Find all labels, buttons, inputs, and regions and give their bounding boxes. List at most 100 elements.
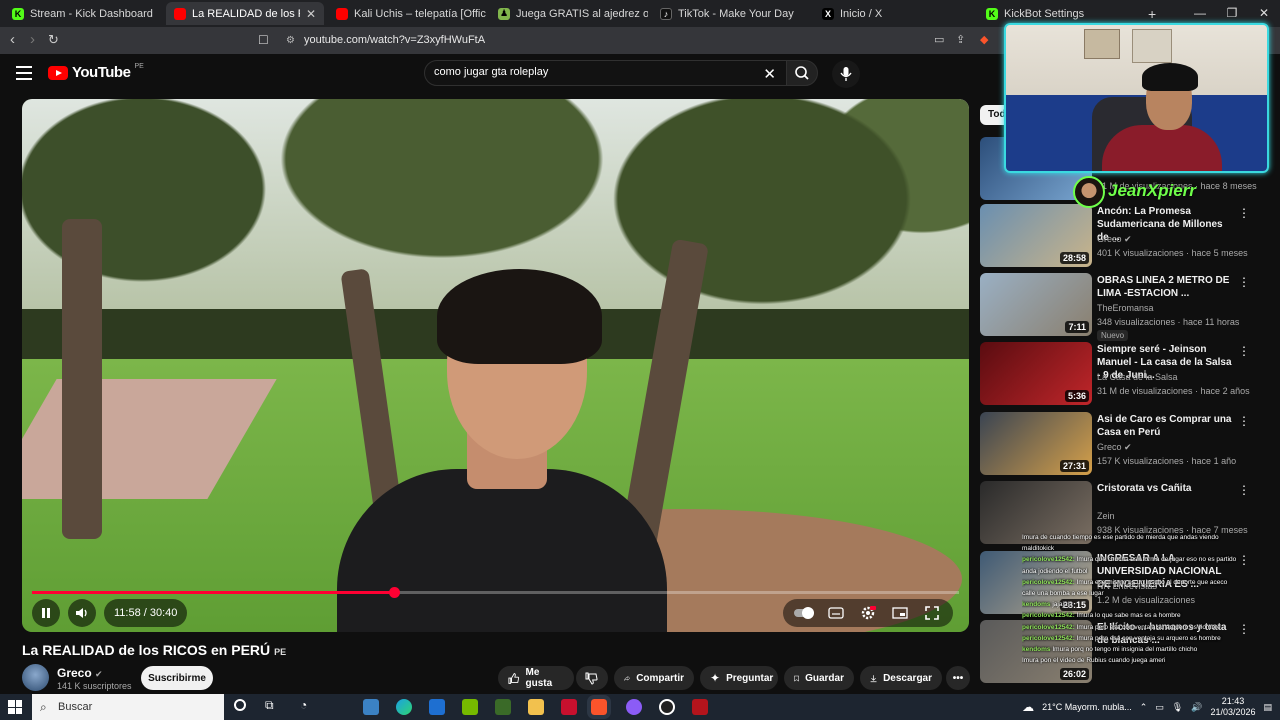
miniplayer-button[interactable]	[887, 600, 913, 626]
obs-related-icon[interactable]	[626, 699, 642, 715]
chat-text: jajajaja	[1052, 601, 1073, 609]
video-title[interactable]: OBRAS LINEA 2 METRO DE LIMA -ESTACION ..…	[1097, 274, 1237, 300]
subtitles-button[interactable]	[823, 600, 849, 626]
video-thumbnail[interactable]: 7:11	[980, 273, 1092, 336]
reload-icon[interactable]: ↻	[48, 32, 59, 48]
progress-bar[interactable]	[32, 587, 959, 598]
volume-button[interactable]	[68, 599, 96, 627]
network-icon[interactable]: ▭	[1155, 702, 1164, 713]
fullscreen-button[interactable]	[919, 600, 945, 626]
notifications-icon[interactable]: ▤	[1263, 702, 1272, 713]
app-icon[interactable]	[561, 699, 577, 715]
tab-kali-uchis[interactable]: Kali Uchis – telepatía [Official Audio]	[328, 2, 486, 25]
more-vertical-icon[interactable]: ⋮	[1238, 275, 1250, 289]
pause-button[interactable]	[32, 599, 60, 627]
edge-icon[interactable]	[396, 699, 412, 715]
download-button[interactable]: Descargar	[860, 666, 942, 690]
channel-name[interactable]: Zein	[1097, 511, 1115, 521]
nvidia-icon[interactable]	[462, 699, 478, 715]
scrubber-handle[interactable]	[388, 587, 400, 598]
file-explorer-icon[interactable]	[528, 699, 544, 715]
url-field[interactable]: ⚙ youtube.com/watch?v=Z3xyfHWuFtA	[280, 30, 920, 51]
more-vertical-icon[interactable]: ⋮	[1238, 483, 1250, 497]
like-button[interactable]: Me gusta	[498, 666, 574, 690]
share-button[interactable]: Compartir	[614, 666, 694, 690]
obs-studio-icon[interactable]	[659, 699, 675, 715]
progress-played	[32, 591, 394, 594]
video-thumbnail[interactable]: 27:31	[980, 412, 1092, 475]
channel-name[interactable]: La Casa de la Salsa	[1097, 372, 1178, 382]
app-icon-red[interactable]	[692, 699, 708, 715]
menu-icon[interactable]	[16, 66, 32, 80]
video-thumbnail[interactable]: 5:36	[980, 342, 1092, 405]
weather-text[interactable]: 21°C Mayorm. nubla...	[1042, 702, 1132, 712]
youtube-logo[interactable]: YouTube PE	[48, 63, 144, 81]
taskbar-clock[interactable]: 21:43 21/03/2026	[1210, 696, 1255, 718]
autoplay-toggle[interactable]	[791, 600, 817, 626]
search-input[interactable]	[434, 66, 754, 78]
back-icon[interactable]: ‹	[10, 32, 15, 48]
microphone-tray-icon[interactable]: 🎙	[1172, 702, 1183, 713]
avatar[interactable]	[22, 664, 49, 691]
ask-button[interactable]: ✦ Preguntar	[700, 666, 778, 690]
share-page-icon[interactable]: ⇪	[956, 32, 965, 48]
task-view-icon[interactable]: ⧉	[265, 698, 274, 713]
settings-button[interactable]	[855, 600, 881, 626]
windows-start-icon[interactable]	[8, 700, 22, 714]
show-hidden-icons[interactable]: ⌃	[1140, 702, 1148, 713]
channel-name[interactable]: TheEromansa	[1097, 303, 1154, 313]
more-vertical-icon[interactable]: ⋮	[1238, 414, 1250, 428]
search-box[interactable]: ✕	[424, 60, 787, 86]
more-vertical-icon[interactable]: ⋮	[1238, 344, 1250, 358]
channel-name[interactable]: Greco ✔	[1097, 442, 1132, 453]
tab-x[interactable]: X Inicio / X	[814, 2, 972, 25]
brave-browser-icon[interactable]	[587, 695, 611, 719]
clear-search-icon[interactable]: ✕	[763, 65, 776, 83]
voice-search-button[interactable]	[832, 60, 860, 88]
new-tab-button[interactable]: +	[1140, 2, 1164, 25]
chat-text: Imura porq no tengo mi insignia del mart…	[1052, 646, 1198, 654]
new-badge: Nuevo	[1097, 330, 1129, 341]
list-item[interactable]: 7:11 OBRAS LINEA 2 METRO DE LIMA -ESTACIO…	[980, 273, 1270, 341]
taskbar-search[interactable]: ⌕ Buscar	[32, 694, 224, 720]
search-icon	[795, 66, 809, 80]
video-title[interactable]: Asi de Caro es Comprar una Casa en Perú	[1097, 413, 1237, 439]
search-button[interactable]	[786, 60, 818, 86]
channel-name-text: Zein	[1097, 511, 1115, 521]
brave-shield-icon[interactable]: ◆	[980, 32, 988, 48]
channel-name[interactable]: Greco ✔	[1097, 234, 1132, 245]
dislike-button[interactable]	[576, 666, 608, 690]
video-duration: 5:36	[1064, 390, 1089, 402]
verified-icon: ✔	[1124, 442, 1132, 452]
more-vertical-icon[interactable]: ⋮	[1238, 206, 1250, 220]
channel-name[interactable]: Greco ✔	[57, 666, 103, 680]
mail-icon[interactable]	[429, 699, 445, 715]
more-actions-button[interactable]: •••	[946, 666, 970, 690]
forward-icon[interactable]: ›	[30, 32, 35, 48]
minecraft-icon[interactable]	[495, 699, 511, 715]
list-item[interactable]: 27:31 Asi de Caro es Comprar una Casa en …	[980, 412, 1270, 478]
save-button[interactable]: Guardar	[784, 666, 854, 690]
chat-message: Imura de cuando tiempo es ese partido de…	[1022, 532, 1272, 543]
video-player[interactable]: 11:58 / 30:40	[22, 99, 969, 632]
bookmark-icon[interactable]: ☐	[258, 32, 269, 48]
cast-icon[interactable]: ▭	[934, 32, 944, 48]
tab-tiktok[interactable]: ♪ TikTok - Make Your Day	[652, 2, 810, 25]
copilot-icon[interactable]: ◔	[300, 698, 307, 712]
list-item[interactable]: 28:58 Ancón: La Promesa Sudamericana de M…	[980, 204, 1270, 270]
list-item[interactable]: 5:36 Siempre seré - Jeinson Manuel - La c…	[980, 342, 1270, 408]
close-tab-icon[interactable]: ✕	[306, 7, 316, 21]
chat-message: calle una bomba a ese lugar	[1022, 588, 1272, 599]
channel-name-text: Greco	[57, 666, 92, 680]
tab-youtube-active[interactable]: La REALIDAD de los RICOS e ✕	[166, 2, 324, 25]
tab-chess[interactable]: ♟ Juega GRATIS al ajedrez online - Aje	[490, 2, 648, 25]
tab-kick-dashboard[interactable]: K Stream - Kick Dashboard	[4, 2, 164, 25]
video-title[interactable]: Cristorata vs Cañita	[1097, 482, 1237, 495]
store-icon[interactable]	[363, 699, 379, 715]
speaker-icon[interactable]: 🔊	[1191, 702, 1202, 713]
subscribe-button[interactable]: Suscribirme	[141, 666, 213, 690]
cortana-icon[interactable]	[234, 699, 246, 711]
video-thumbnail[interactable]: 28:58	[980, 204, 1092, 267]
tab-kickbot[interactable]: K KickBot Settings	[978, 2, 1138, 25]
site-info-icon[interactable]: ⚙	[286, 30, 295, 51]
